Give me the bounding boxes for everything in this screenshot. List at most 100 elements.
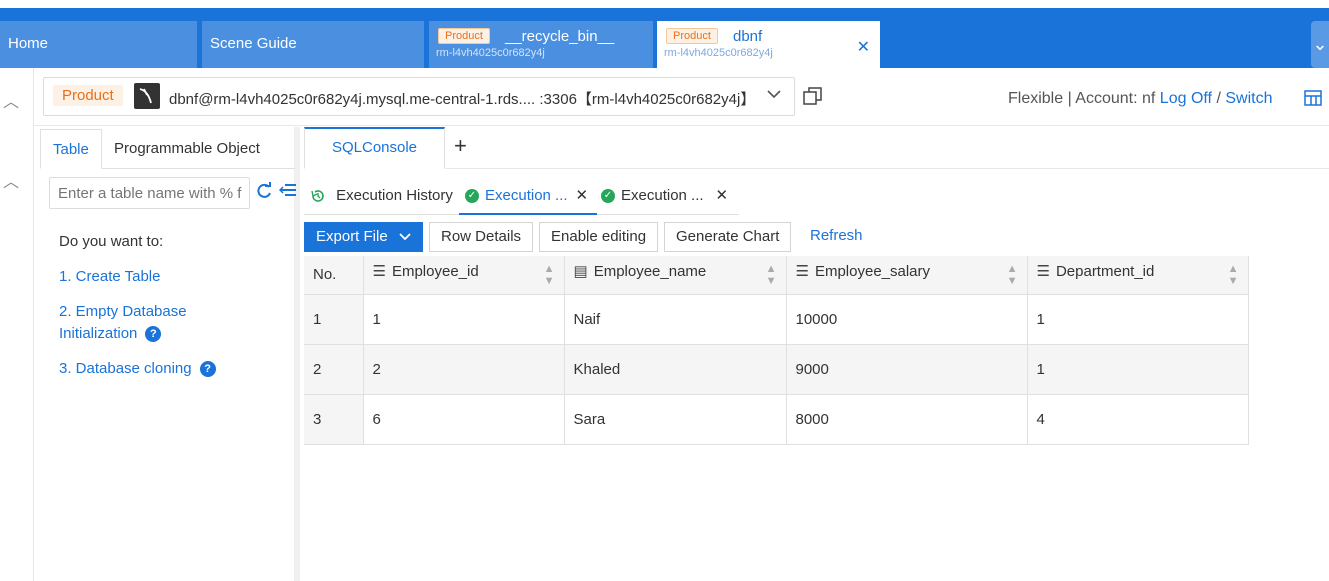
column-header-employee-name[interactable]: ▤ Employee_name ▲ ▼ bbox=[564, 256, 787, 295]
cell-employee-name[interactable]: Khaled bbox=[564, 344, 787, 395]
list-icon: ☰ bbox=[372, 263, 386, 281]
sort-icon[interactable]: ▲ ▼ bbox=[1228, 263, 1239, 287]
sort-icon[interactable]: ▲ ▼ bbox=[544, 263, 555, 287]
enable-editing-button[interactable]: Enable editing bbox=[539, 222, 659, 252]
tab-instance-id: rm-l4vh4025c0r682y4j bbox=[436, 47, 545, 59]
refresh-icon[interactable] bbox=[255, 182, 273, 205]
column-name: Employee_id bbox=[391, 263, 479, 281]
console-tabs: SQLConsole + bbox=[304, 127, 1329, 169]
cell-department-id[interactable]: 1 bbox=[1027, 344, 1249, 395]
cell-department-id[interactable]: 4 bbox=[1027, 394, 1249, 445]
table-row[interactable]: 2 2 Khaled 9000 1 bbox=[304, 344, 1249, 395]
tab-home[interactable]: Home bbox=[0, 21, 197, 68]
add-tab-button[interactable]: + bbox=[454, 133, 467, 159]
table-row[interactable]: 1 1 Naif 10000 1 bbox=[304, 294, 1249, 345]
mysql-logo-icon bbox=[134, 83, 160, 109]
layout-grid-icon[interactable] bbox=[1304, 89, 1322, 107]
connection-selector[interactable]: Product dbnf@rm-l4vh4025c0r682y4j.mysql.… bbox=[43, 77, 795, 116]
column-header-no: No. bbox=[304, 256, 364, 295]
tab-scene-guide[interactable]: Scene Guide bbox=[202, 21, 424, 68]
column-name: Employee_name bbox=[593, 263, 707, 281]
chevron-down-icon[interactable] bbox=[766, 86, 782, 107]
cell-employee-name[interactable]: Sara bbox=[564, 394, 787, 445]
cell-employee-id[interactable]: 2 bbox=[363, 344, 565, 395]
result-toolbar: Export File Row Details Enable editing G… bbox=[304, 222, 1329, 252]
sort-icon[interactable]: ▲ ▼ bbox=[766, 263, 777, 287]
tab-dbnf[interactable]: Product dbnf rm-l4vh4025c0r682y4j ✕ bbox=[657, 21, 880, 68]
chevron-up-icon[interactable]: ︿ bbox=[3, 88, 19, 112]
collapse-list-icon[interactable] bbox=[278, 181, 297, 204]
close-icon[interactable]: ✕ bbox=[716, 187, 729, 204]
chevron-down-icon[interactable]: ⌄ bbox=[1311, 21, 1329, 68]
table-header-row: No. ☰ Employee_id ▲ ▼ ▤ Employee_name ▲ ▼ ☰ Emp… bbox=[304, 256, 1249, 295]
export-file-label: Export File bbox=[316, 228, 388, 245]
tab-dbnf-name: dbnf bbox=[733, 28, 763, 45]
column-name: Department_id bbox=[1055, 263, 1155, 281]
top-strip bbox=[0, 0, 1329, 8]
result-table: No. ☰ Employee_id ▲ ▼ ▤ Employee_name ▲ ▼ ☰ Emp… bbox=[304, 256, 1249, 445]
row-number: 3 bbox=[304, 394, 364, 445]
history-label: Execution History bbox=[336, 187, 453, 204]
empty-db-init-label: 2. Empty Database Initialization bbox=[59, 303, 187, 342]
cell-employee-salary[interactable]: 8000 bbox=[786, 394, 1028, 445]
execution-label: Execution ... bbox=[621, 187, 704, 204]
object-sidebar: Table Programmable Object Do you want to… bbox=[34, 127, 300, 581]
column-header-employee-salary[interactable]: ☰ Employee_salary ▲ ▼ bbox=[786, 256, 1028, 295]
generate-chart-button[interactable]: Generate Chart bbox=[664, 222, 792, 252]
sort-icon[interactable]: ▲ ▼ bbox=[1007, 263, 1018, 287]
sidebar-tabs: Table Programmable Object bbox=[40, 129, 295, 169]
cell-employee-salary[interactable]: 10000 bbox=[786, 294, 1028, 345]
tab-instance-id: rm-l4vh4025c0r682y4j bbox=[664, 47, 773, 59]
tab-table[interactable]: Table bbox=[40, 129, 102, 169]
execution-label: Execution ... bbox=[485, 187, 568, 204]
env-badge: Product bbox=[438, 28, 490, 44]
tab-sqlconsole[interactable]: SQLConsole bbox=[304, 127, 445, 169]
sql-console-area: SQLConsole + Execution History ✓ Executio… bbox=[304, 127, 1329, 581]
success-check-icon: ✓ bbox=[601, 189, 615, 204]
env-badge: Product bbox=[53, 85, 123, 106]
tab-recycle-bin[interactable]: Product __recycle_bin__ rm-l4vh4025c0r68… bbox=[429, 21, 653, 68]
tab-recycle-bin-name: __recycle_bin__ bbox=[505, 28, 615, 45]
left-gutter: ︿ ︿ bbox=[0, 68, 34, 581]
row-number: 1 bbox=[304, 294, 364, 345]
column-header-employee-id[interactable]: ☰ Employee_id ▲ ▼ bbox=[363, 256, 565, 295]
refresh-button[interactable]: Refresh bbox=[799, 222, 874, 252]
create-table-link[interactable]: 1. Create Table bbox=[59, 266, 160, 288]
column-header-department-id[interactable]: ☰ Department_id ▲ ▼ bbox=[1027, 256, 1249, 295]
tab-home-label: Home bbox=[8, 35, 49, 52]
history-icon bbox=[310, 187, 330, 204]
cell-employee-salary[interactable]: 9000 bbox=[786, 344, 1028, 395]
cell-employee-name[interactable]: Naif bbox=[564, 294, 787, 345]
close-icon[interactable]: ✕ bbox=[576, 187, 589, 204]
logoff-link[interactable]: Log Off bbox=[1160, 90, 1212, 107]
cell-department-id[interactable]: 1 bbox=[1027, 294, 1249, 345]
chevron-up-icon[interactable]: ︿ bbox=[3, 168, 19, 192]
separator: / bbox=[1216, 90, 1221, 107]
row-details-button[interactable]: Row Details bbox=[429, 222, 534, 252]
database-cloning-label: 3. Database cloning bbox=[59, 360, 192, 377]
row-number: 2 bbox=[304, 344, 364, 395]
list-icon: ☰ bbox=[795, 263, 809, 281]
account-label: Flexible | Account: nf bbox=[1008, 90, 1156, 107]
copy-icon[interactable] bbox=[802, 85, 824, 107]
cell-employee-id[interactable]: 6 bbox=[363, 394, 565, 445]
tab-execution-1[interactable]: ✓ Execution ... ✕ bbox=[459, 179, 597, 215]
table-row[interactable]: 3 6 Sara 8000 4 bbox=[304, 394, 1249, 445]
text-doc-icon: ▤ bbox=[573, 263, 588, 281]
connection-bar: Product dbnf@rm-l4vh4025c0r682y4j.mysql.… bbox=[34, 68, 1329, 126]
cell-employee-id[interactable]: 1 bbox=[363, 294, 565, 345]
help-icon[interactable]: ? bbox=[199, 361, 216, 378]
tab-execution-2[interactable]: ✓ Execution ... ✕ bbox=[601, 179, 728, 215]
switch-link[interactable]: Switch bbox=[1225, 90, 1272, 107]
list-icon: ☰ bbox=[1036, 263, 1050, 281]
hint-title: Do you want to: bbox=[59, 233, 164, 250]
export-file-button[interactable]: Export File bbox=[304, 222, 423, 252]
help-icon[interactable]: ? bbox=[145, 326, 162, 343]
database-cloning-link[interactable]: 3. Database cloning? bbox=[59, 358, 216, 380]
tab-scene-guide-label: Scene Guide bbox=[210, 35, 297, 52]
close-icon[interactable]: ✕ bbox=[857, 37, 870, 57]
tab-programmable-object[interactable]: Programmable Object bbox=[102, 129, 272, 169]
empty-db-init-link[interactable]: 2. Empty Database Initialization? bbox=[59, 301, 249, 345]
tab-execution-history[interactable]: Execution History bbox=[310, 179, 453, 215]
table-search-input[interactable] bbox=[49, 177, 250, 209]
